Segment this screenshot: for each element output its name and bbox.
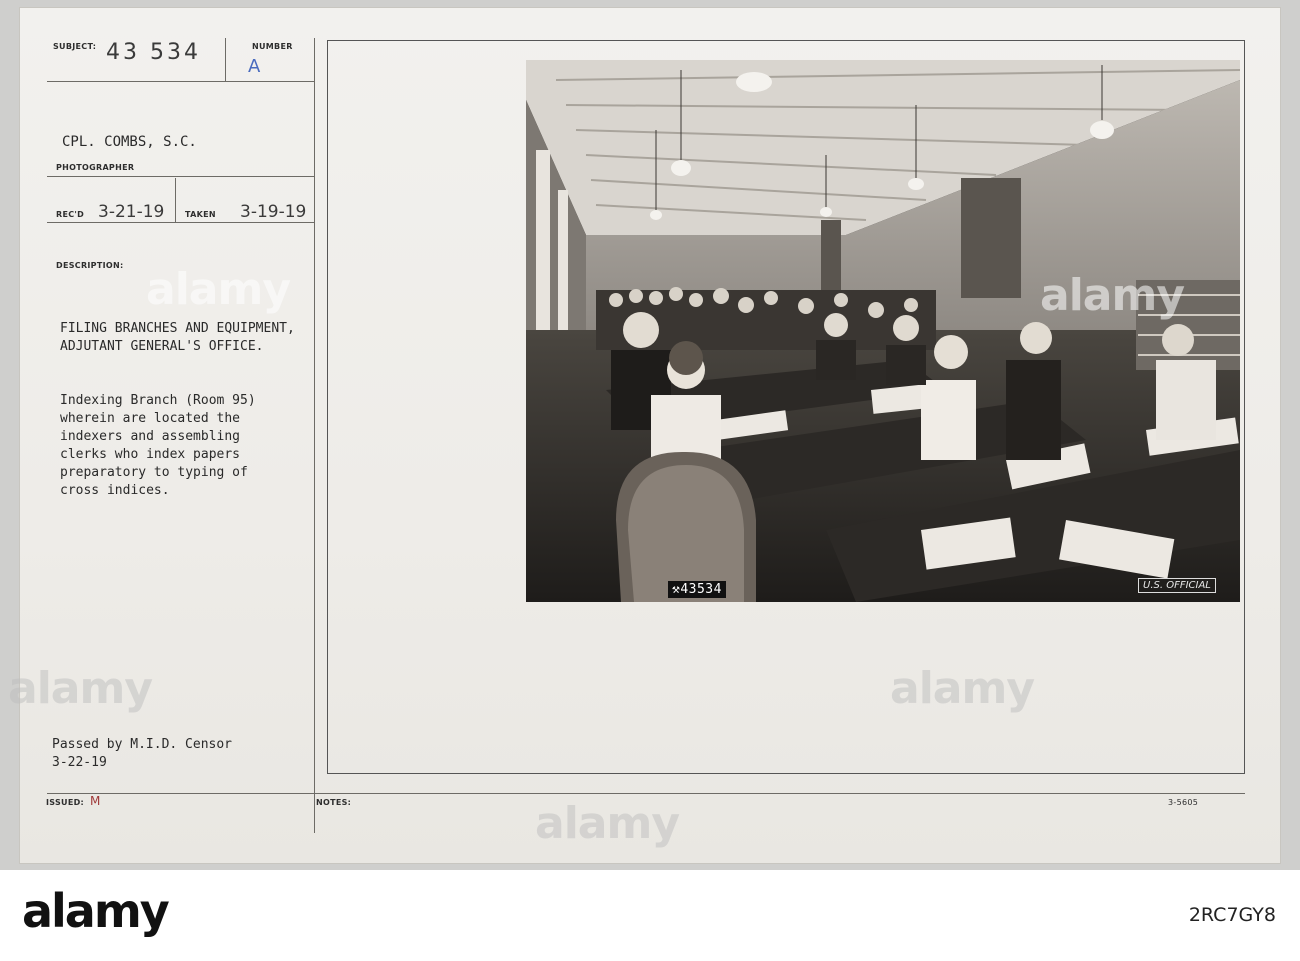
description-line: clerks who index papers — [60, 447, 241, 462]
rule-photographer — [47, 176, 314, 177]
form-code: 3-5605 — [1168, 798, 1199, 807]
negative-stamp: ⚒43534 — [668, 581, 726, 598]
issued-label: ISSUED: — [46, 798, 85, 807]
recd-date: 3-21-19 — [98, 202, 165, 222]
watermark: alamy — [146, 264, 291, 315]
office-photograph — [526, 60, 1240, 602]
image-code: 2RC7GY8 — [1188, 904, 1276, 926]
negative-number: 43534 — [680, 582, 722, 597]
title-line-1: FILING BRANCHES AND EQUIPMENT, — [60, 321, 295, 336]
description-line: cross indices. — [60, 483, 170, 498]
description-line: wherein are located the — [60, 411, 241, 426]
rule-top-left — [47, 81, 314, 82]
taken-date: 3-19-19 — [240, 202, 307, 222]
number-label: NUMBER — [252, 42, 293, 51]
description-body: Indexing Branch (Room 95) wherein are lo… — [60, 392, 256, 500]
description-line: preparatory to typing of — [60, 465, 248, 480]
subject-number: 43 534 — [106, 40, 201, 65]
censor-line-1: Passed by M.I.D. Censor — [52, 737, 233, 752]
rule-vertical-recd — [175, 178, 176, 222]
recd-label: REC'D — [56, 210, 85, 219]
watermark: alamy — [890, 663, 1035, 714]
description-line: Indexing Branch (Room 95) — [60, 393, 256, 408]
description-label: DESCRIPTION: — [56, 261, 124, 270]
notes-label: NOTES: — [316, 798, 352, 807]
rule-left-column — [314, 38, 315, 833]
photographer-name: CPL. COMBS, S.C. — [62, 134, 197, 150]
official-stamp: U.S. OFFICIAL — [1138, 578, 1216, 593]
archive-card: SUBJECT: 43 534 NUMBER A CPL. COMBS, S.C… — [8, 8, 1280, 863]
watermark: alamy — [8, 663, 153, 714]
rule-recd — [47, 222, 314, 223]
rule-vertical-subject — [225, 38, 226, 81]
watermark: alamy — [1040, 270, 1185, 321]
censor-line-2: 3-22-19 — [52, 755, 107, 770]
stock-footer: alamy 2RC7GY8 — [0, 870, 1300, 961]
photographer-label: PHOTOGRAPHER — [56, 163, 135, 172]
watermark: alamy — [535, 798, 680, 849]
taken-label: TAKEN — [185, 210, 216, 219]
description-line: indexers and assembling — [60, 429, 241, 444]
subject-label: SUBJECT: — [53, 42, 97, 51]
title-line-2: ADJUTANT GENERAL'S OFFICE. — [60, 339, 264, 354]
brand-logo: alamy — [22, 884, 170, 938]
rule-bottom — [47, 793, 1245, 794]
issued-value: M — [90, 794, 101, 808]
number-value: A — [248, 56, 261, 77]
